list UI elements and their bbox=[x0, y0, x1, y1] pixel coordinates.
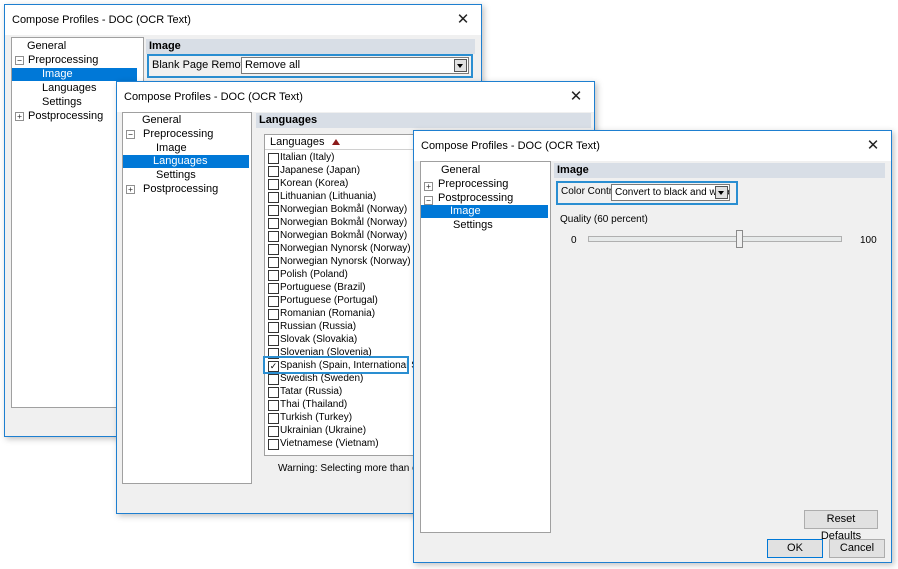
tree-item-settings[interactable]: Settings bbox=[450, 219, 496, 232]
checkbox[interactable] bbox=[268, 309, 279, 320]
checkbox[interactable] bbox=[268, 153, 279, 164]
tree-item-preprocessing[interactable]: Preprocessing bbox=[25, 54, 101, 67]
blank-page-removal-select[interactable]: Remove all bbox=[241, 57, 469, 74]
language-label: Tatar (Russia) bbox=[280, 386, 343, 397]
checkbox[interactable] bbox=[268, 322, 279, 333]
slider-min-label: 0 bbox=[571, 235, 577, 246]
checkbox[interactable] bbox=[268, 166, 279, 177]
language-label: Japanese (Japan) bbox=[280, 165, 361, 176]
profile-tree[interactable]: General + Preprocessing − Postprocessing… bbox=[420, 161, 551, 533]
color-control-select[interactable]: Convert to black and white bbox=[611, 184, 730, 201]
chevron-down-icon[interactable] bbox=[454, 59, 467, 72]
tree-item-general[interactable]: General bbox=[24, 40, 69, 53]
window-title: Compose Profiles - DOC (OCR Text) bbox=[421, 140, 600, 152]
language-label: Thai (Thailand) bbox=[280, 399, 348, 410]
slider-max-label: 100 bbox=[860, 235, 877, 246]
checkbox[interactable] bbox=[268, 426, 279, 437]
checkbox[interactable] bbox=[268, 296, 279, 307]
tree-item-image[interactable]: Image bbox=[12, 68, 137, 81]
language-label: Portuguese (Portugal) bbox=[280, 295, 378, 306]
language-label: Italian (Italy) bbox=[280, 152, 335, 163]
tree-item-languages[interactable]: Languages bbox=[123, 155, 249, 168]
checkbox[interactable] bbox=[268, 270, 279, 281]
title-bar: Compose Profiles - DOC (OCR Text) ✕ bbox=[117, 82, 594, 112]
language-label: Turkish (Turkey) bbox=[280, 412, 353, 423]
checkbox[interactable] bbox=[268, 192, 279, 203]
tree-item-languages[interactable]: Languages bbox=[39, 82, 99, 95]
tree-item-preprocessing[interactable]: Preprocessing bbox=[140, 128, 216, 141]
collapse-icon[interactable]: − bbox=[15, 56, 24, 65]
language-label: Russian (Russia) bbox=[280, 321, 357, 332]
checkbox[interactable] bbox=[268, 283, 279, 294]
tree-item-postprocessing[interactable]: Postprocessing bbox=[435, 192, 516, 205]
checkbox[interactable] bbox=[268, 400, 279, 411]
tree-item-image[interactable]: Image bbox=[421, 205, 548, 218]
close-icon[interactable]: ✕ bbox=[566, 87, 586, 107]
section-header: Languages bbox=[256, 113, 591, 128]
color-control-value: Convert to black and white bbox=[615, 187, 730, 198]
tree-item-settings[interactable]: Settings bbox=[153, 169, 199, 182]
profile-tree[interactable]: General − Preprocessing Image Languages … bbox=[122, 112, 252, 484]
checkbox[interactable] bbox=[268, 205, 279, 216]
language-label: Norwegian Nynorsk (Norway) bbox=[280, 256, 411, 267]
quality-slider-track[interactable] bbox=[588, 236, 842, 242]
language-label: Vietnamese (Vietnam) bbox=[280, 438, 379, 449]
checkbox[interactable] bbox=[268, 218, 279, 229]
tree-item-postprocessing[interactable]: Postprocessing bbox=[25, 110, 106, 123]
language-label: Ukrainian (Ukraine) bbox=[280, 425, 367, 436]
language-label: Norwegian Bokmål (Norway) bbox=[280, 230, 408, 241]
cancel-button[interactable]: Cancel bbox=[829, 539, 885, 558]
checkbox[interactable] bbox=[268, 413, 279, 424]
language-label: Portuguese (Brazil) bbox=[280, 282, 366, 293]
checkbox[interactable] bbox=[268, 244, 279, 255]
language-label: Korean (Korea) bbox=[280, 178, 349, 189]
tree-item-settings[interactable]: Settings bbox=[39, 96, 85, 109]
ok-button[interactable]: OK bbox=[767, 539, 823, 558]
section-header: Image bbox=[554, 163, 885, 178]
section-header: Image bbox=[146, 39, 475, 54]
language-label: Norwegian Bokmål (Norway) bbox=[280, 217, 408, 228]
callout-highlight bbox=[263, 356, 409, 374]
checkbox[interactable] bbox=[268, 374, 279, 385]
window-title: Compose Profiles - DOC (OCR Text) bbox=[12, 14, 191, 26]
close-icon[interactable]: ✕ bbox=[863, 136, 883, 156]
sort-ascending-icon bbox=[332, 139, 341, 146]
language-label: Lithuanian (Lithuania) bbox=[280, 191, 377, 202]
checkbox[interactable] bbox=[268, 231, 279, 242]
chevron-down-icon[interactable] bbox=[715, 186, 728, 199]
expand-icon[interactable]: + bbox=[15, 112, 24, 121]
expand-icon[interactable]: + bbox=[424, 182, 433, 191]
tree-item-general[interactable]: General bbox=[139, 114, 184, 127]
languages-column-label: Languages bbox=[270, 136, 325, 148]
checkbox[interactable] bbox=[268, 335, 279, 346]
window-title: Compose Profiles - DOC (OCR Text) bbox=[124, 91, 303, 103]
checkbox[interactable] bbox=[268, 179, 279, 190]
checkbox[interactable] bbox=[268, 439, 279, 450]
settings-panel: Image Color Control: Convert to black an… bbox=[554, 161, 886, 542]
tree-item-preprocessing[interactable]: Preprocessing bbox=[435, 178, 511, 191]
title-bar: Compose Profiles - DOC (OCR Text) ✕ bbox=[414, 131, 891, 161]
title-bar: Compose Profiles - DOC (OCR Text) ✕ bbox=[5, 5, 481, 35]
checkbox[interactable] bbox=[268, 387, 279, 398]
quality-slider-thumb[interactable] bbox=[736, 230, 744, 248]
languages-list[interactable]: Languages Italian (Italy) Japanese (Japan… bbox=[264, 134, 426, 456]
language-label: Norwegian Bokmål (Norway) bbox=[280, 204, 408, 215]
language-label: Romanian (Romania) bbox=[280, 308, 376, 319]
tree-item-postprocessing[interactable]: Postprocessing bbox=[140, 183, 221, 196]
quality-label: Quality (60 percent) bbox=[560, 214, 648, 225]
checkbox[interactable] bbox=[268, 257, 279, 268]
blank-page-removal-value: Remove all bbox=[245, 59, 301, 71]
compose-profiles-window-3: Compose Profiles - DOC (OCR Text) ✕ Gene… bbox=[413, 130, 892, 563]
tree-item-image[interactable]: Image bbox=[153, 142, 190, 155]
language-label: Slovak (Slovakia) bbox=[280, 334, 358, 345]
tree-item-general[interactable]: General bbox=[438, 164, 483, 177]
collapse-icon[interactable]: − bbox=[424, 196, 433, 205]
close-icon[interactable]: ✕ bbox=[453, 10, 473, 30]
expand-icon[interactable]: + bbox=[126, 185, 135, 194]
reset-defaults-button[interactable]: Reset Defaults bbox=[804, 510, 878, 542]
collapse-icon[interactable]: − bbox=[126, 130, 135, 139]
languages-column-header[interactable]: Languages bbox=[265, 135, 425, 150]
language-label: Norwegian Nynorsk (Norway) bbox=[280, 243, 411, 254]
language-label: Polish (Poland) bbox=[280, 269, 348, 280]
